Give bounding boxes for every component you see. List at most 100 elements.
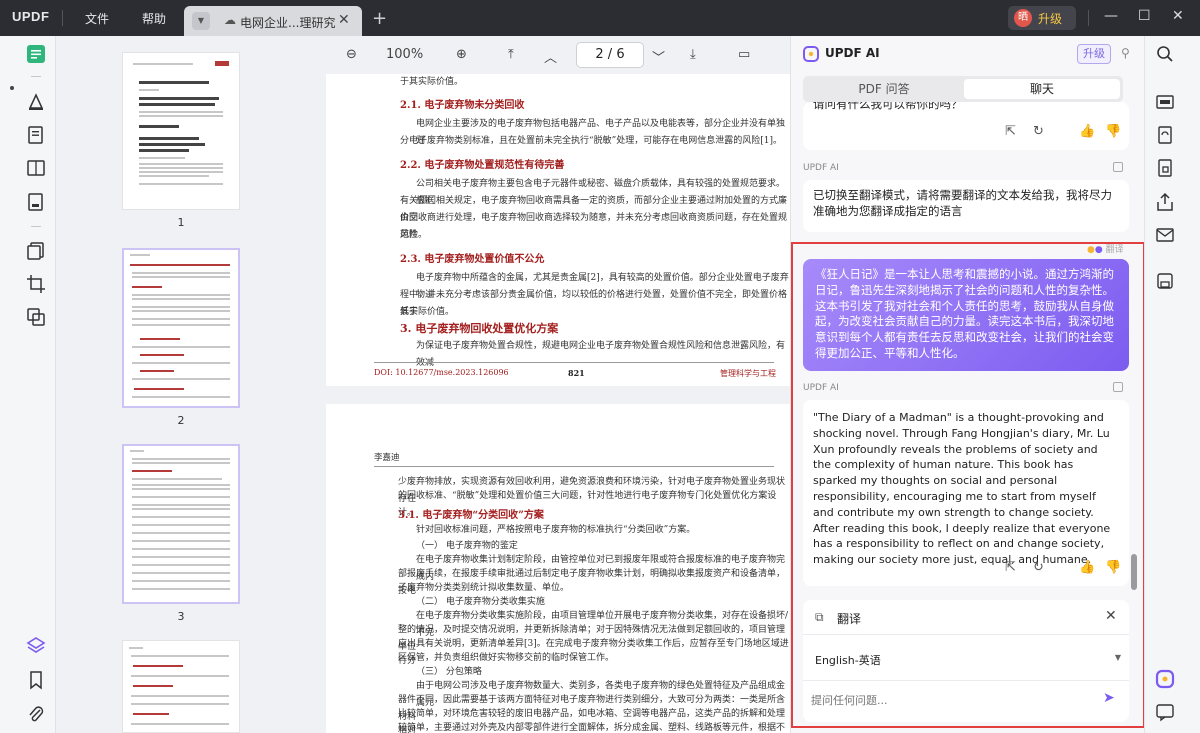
left-toolbar [0, 36, 56, 733]
search-icon[interactable] [1155, 44, 1175, 64]
thumbs-down-icon[interactable]: 👎 [1105, 560, 1121, 575]
feedback-icon[interactable] [1155, 702, 1175, 722]
maximize-icon[interactable]: ☐ [1138, 8, 1151, 24]
paragraph: 分电子废弃物类别标准，且在处置前未完全执行“脱敏”处理，可能存在电网信息泄露的风… [400, 136, 782, 146]
last-page-icon[interactable]: ⤓ [690, 47, 696, 62]
footer-page-number: 821 [568, 368, 585, 378]
export-icon[interactable]: ⇱ [1005, 560, 1016, 575]
chat-scrollbar[interactable] [1131, 554, 1137, 590]
updf-ai-logo-icon [803, 46, 819, 62]
selected-language: English-英语 [815, 654, 881, 667]
pdf-page-3: 李嘉迪 少废弃物排放，实现资源有效回收利用，避免资源浪费和环境污染，针对电子废弃… [326, 404, 790, 733]
thumbs-up-icon[interactable]: 👍 [1079, 560, 1095, 575]
page-thumbnail-4[interactable] [122, 640, 240, 733]
zoom-out-icon[interactable]: ⊖ [346, 47, 357, 62]
divider [31, 226, 41, 227]
thumbs-down-icon[interactable]: 👎 [1105, 124, 1121, 139]
page-number-input[interactable]: 2 / 6 [576, 42, 644, 68]
message-text: "The Diary of a Madman" is a thought-pro… [813, 411, 1111, 567]
organize-icon[interactable] [26, 192, 46, 212]
layers-icon[interactable] [26, 636, 46, 656]
ask-input[interactable] [811, 688, 1091, 712]
running-header: 李嘉迪 [374, 453, 400, 463]
menu-help[interactable]: 帮助 [142, 10, 166, 27]
language-select[interactable]: English-英语 ▼ [815, 650, 1121, 670]
footer-journal: 管理科学与工程 [720, 369, 776, 378]
share-icon[interactable] [1155, 192, 1175, 212]
protect-icon[interactable] [1155, 158, 1175, 178]
bookmark-icon[interactable] [26, 670, 46, 690]
thumbs-up-icon[interactable]: 👍 [1079, 124, 1095, 139]
close-tab-icon[interactable]: ✕ [338, 12, 350, 28]
close-window-icon[interactable]: ✕ [1172, 8, 1184, 24]
footer-rule [374, 362, 774, 363]
header-rule [374, 466, 774, 467]
page-thumbnail-3[interactable] [122, 444, 240, 604]
close-translate-icon[interactable]: ✕ [1105, 608, 1117, 624]
copy-icon[interactable] [1113, 162, 1123, 172]
message-text: 《狂人日记》是一本让人思考和震撼的小说。通过方鸿渐的日记，鲁迅先生深刻地揭示了社… [815, 267, 1114, 360]
tab-pdf-qa[interactable]: PDF 问答 [806, 79, 962, 99]
indicator-dot [10, 86, 14, 90]
page-thumbnail-1[interactable] [122, 52, 240, 210]
menu-file[interactable]: 文件 [85, 10, 109, 27]
convert-icon[interactable] [1155, 125, 1175, 145]
previous-page-icon[interactable]: ︿ [544, 47, 557, 66]
reader-icon[interactable] [26, 44, 46, 64]
cloud-icon: ☁ [224, 13, 236, 27]
paragraph: 较简单，主要通过对外壳及内部零部件进行全面解体，拆分成金属、塑料、线路板等元件，… [398, 723, 786, 733]
next-page-icon[interactable]: ﹀ [652, 47, 665, 66]
section-heading: 3.1. 电子废弃物“分类回收”方案 [398, 510, 544, 521]
tab-dropdown-icon[interactable]: ▼ [192, 12, 210, 30]
first-page-icon[interactable]: ⤒ [508, 47, 514, 62]
divider [803, 680, 1129, 681]
tab-chat[interactable]: 聊天 [964, 79, 1120, 99]
ai-panel-title: UPDF AI [825, 46, 880, 60]
paragraph: 程中，并未充分考虑该部分贵金属价值，均以较低的价格进行处置，处置价值不完全，即处… [400, 290, 788, 317]
paragraph: 为保证电子废弃物处置合规性，规避电网企业电子废弃物处置合规性风险和信息泄露风险，… [416, 341, 786, 368]
divider [62, 10, 63, 26]
document-tab[interactable]: ▼ ☁ 电网企业...理研究 ✕ [184, 6, 362, 36]
regenerate-icon[interactable]: ↻ [1033, 124, 1044, 139]
copy-icon[interactable] [1113, 382, 1123, 392]
paragraph: 针对回收标准问题，严格按照电子废弃物的标准执行“分类回收”方案。 [416, 525, 696, 535]
upgrade-label: 升级 [1038, 12, 1063, 26]
ai-upgrade-button[interactable]: 升级 [1077, 44, 1111, 64]
message-text: 已切换至翻译模式，请将需要翻译的文本发给我，我将尽力准确地为您翻译成指定的语言 [813, 188, 1112, 218]
app-logo: UPDF [12, 9, 50, 24]
translate-mode-tag: ●● 翻译 [1087, 245, 1124, 255]
pin-icon[interactable]: ⚲ [1121, 46, 1130, 60]
zoom-level[interactable]: 100% [386, 47, 423, 62]
ocr-icon[interactable] [1155, 92, 1175, 112]
comment-icon[interactable] [26, 92, 46, 112]
ai-message: 已切换至翻译模式，请将需要翻译的文本发给我，我将尽力准确地为您翻译成指定的语言 [803, 180, 1129, 232]
edit-pdf-icon[interactable] [26, 125, 46, 145]
pdf-page-2: 于其实际价值。 2.1. 电子废弃物未分类回收 电网企业主要涉及的电子废弃物包括… [326, 74, 790, 386]
minimize-icon[interactable]: — [1104, 8, 1118, 24]
send-icon[interactable]: ➤ [1103, 690, 1115, 706]
save-icon[interactable] [1155, 271, 1175, 291]
regenerate-icon[interactable]: ↻ [1033, 560, 1044, 575]
crop-icon[interactable] [26, 274, 46, 294]
paragraph: 其实际价值。 [400, 307, 455, 317]
upgrade-button[interactable]: 晒 升级 [1008, 6, 1076, 30]
form-icon[interactable] [26, 158, 46, 178]
export-icon[interactable]: ⇱ [1005, 124, 1016, 139]
zoom-in-icon[interactable]: ⊕ [456, 47, 467, 62]
document-tab-title: 电网企业...理研究 [240, 16, 336, 30]
message-sender: UPDF AI [803, 383, 839, 393]
new-tab-plus-icon[interactable]: + [372, 8, 387, 29]
combine-icon[interactable] [26, 307, 46, 327]
translate-composer: ⧉ 翻译 ✕ English-英语 ▼ ➤ [803, 600, 1129, 722]
divider [803, 634, 1129, 635]
page-thumbnail-2[interactable] [122, 248, 240, 408]
updf-ai-icon[interactable] [1155, 669, 1175, 689]
email-icon[interactable] [1155, 225, 1175, 245]
page-tools-icon[interactable] [26, 241, 46, 261]
attachment-icon[interactable] [26, 704, 46, 724]
ai-message-partial: 请问有什么我可以帮你的吗？ ⇱ ↻ 👍 👎 [803, 102, 1129, 150]
present-icon[interactable]: ▭ [738, 47, 750, 62]
ai-assistant-panel: UPDF AI 升级 ⚲ PDF 问答 聊天 请问有什么我可以帮你的吗？ ⇱ ↻… [790, 36, 1145, 733]
ai-panel-header: UPDF AI 升级 ⚲ [791, 36, 1145, 72]
paragraph: 于其实际价值。 [400, 77, 464, 87]
